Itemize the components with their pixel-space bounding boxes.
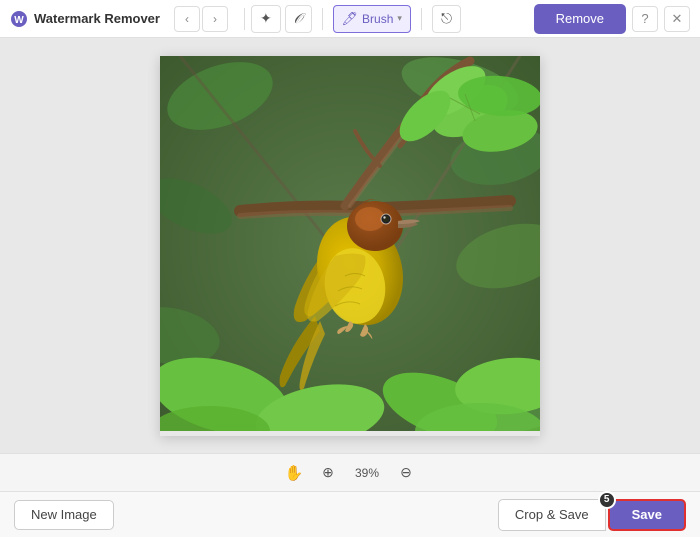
zoom-in-icon: ⊕ xyxy=(322,464,334,481)
zoom-in-button[interactable]: ⊕ xyxy=(317,462,339,484)
brush-chevron: ▾ xyxy=(397,13,402,24)
brush-tool-button[interactable]: 🖊 Brush ▾ xyxy=(333,5,411,33)
zoom-out-icon: ⊖ xyxy=(400,464,412,481)
app-title: Watermark Remover xyxy=(34,11,160,26)
zoom-toolbar: ✋ ⊕ 39% ⊖ xyxy=(0,453,700,491)
zoom-level: 39% xyxy=(351,466,383,480)
back-button[interactable]: ‹ xyxy=(174,6,200,32)
new-image-button[interactable]: New Image xyxy=(14,500,114,530)
star-tool-button[interactable]: ✦ xyxy=(251,5,281,33)
divider-1 xyxy=(244,8,245,30)
tool-buttons: ✦ 𝒪 🖊 Brush ▾ ⎋ xyxy=(251,5,534,33)
save-badge: 5 xyxy=(598,491,616,509)
divider-3 xyxy=(421,8,422,30)
nav-buttons: ‹ › xyxy=(174,6,228,32)
save-button[interactable]: Save xyxy=(608,499,686,531)
crop-save-button[interactable]: Crop & Save xyxy=(498,499,606,531)
lasso-icon: 𝒪 xyxy=(294,10,303,27)
divider-2 xyxy=(322,8,323,30)
brush-icon: 🖊 xyxy=(342,11,359,27)
image-container xyxy=(160,56,540,436)
forward-button[interactable]: › xyxy=(202,6,228,32)
help-button[interactable]: ? xyxy=(632,6,658,32)
hand-icon: ✋ xyxy=(285,464,304,482)
zoom-out-button[interactable]: ⊖ xyxy=(395,462,417,484)
bird-image xyxy=(160,56,540,431)
eraser-tool-button[interactable]: ⎋ xyxy=(432,5,461,33)
lasso-tool-button[interactable]: 𝒪 xyxy=(285,5,312,33)
canvas-area xyxy=(0,38,700,453)
close-button[interactable]: ✕ xyxy=(664,6,690,32)
hand-tool-button[interactable]: ✋ xyxy=(283,462,305,484)
brush-label: Brush xyxy=(362,12,393,26)
footer: New Image Crop & Save Save 5 xyxy=(0,491,700,537)
remove-button[interactable]: Remove xyxy=(534,4,626,34)
svg-text:W: W xyxy=(14,15,24,26)
star-icon: ✦ xyxy=(260,10,272,27)
titlebar: W Watermark Remover ‹ › ✦ 𝒪 🖊 Brush ▾ ⎋ … xyxy=(0,0,700,38)
app-logo: W xyxy=(10,10,28,28)
eraser-icon: ⎋ xyxy=(441,10,452,27)
footer-right-buttons: Crop & Save Save 5 xyxy=(498,499,686,531)
